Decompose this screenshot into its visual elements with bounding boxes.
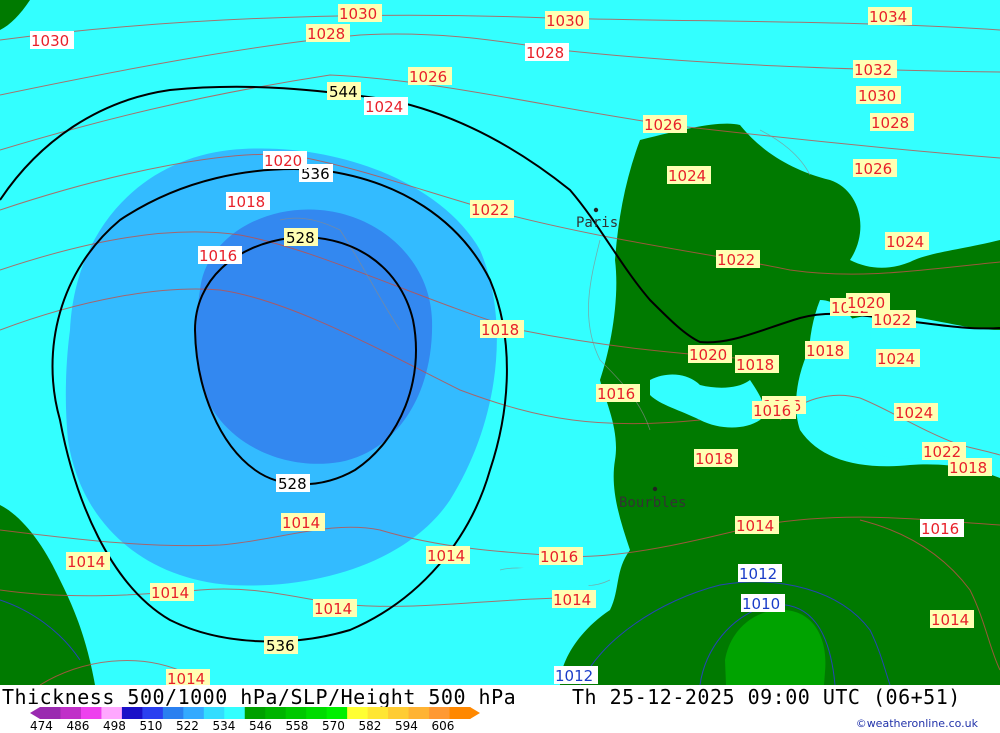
thickness-color-scale [30, 707, 480, 719]
scale-swatch [101, 707, 123, 719]
slp-label: 1020 [264, 152, 302, 170]
scale-arrow-right [470, 707, 480, 719]
slp-label: 1014 [553, 591, 591, 609]
slp-label: 1022 [873, 311, 911, 329]
height-label: 528 [278, 475, 307, 493]
height-label: 536 [266, 637, 295, 655]
slp-label: 1014 [151, 584, 189, 602]
slp-label: 1014 [167, 670, 205, 685]
scale-swatch [244, 707, 266, 719]
slp-label: 1030 [339, 5, 377, 23]
city-label-bourbles: Bourbles [619, 495, 686, 511]
height-label: 528 [286, 229, 315, 247]
slp-label: 1016 [597, 385, 635, 403]
slp-label: 1014 [282, 514, 320, 532]
scale-tick-label: 594 [395, 719, 418, 733]
slp-label: 1016 [753, 402, 791, 420]
scale-tick-label: 546 [249, 719, 272, 733]
scale-tick-label: 606 [431, 719, 455, 733]
scale-tick-label: 534 [212, 719, 236, 733]
valid-time: Th 25-12-2025 09:00 UTC (06+51) [572, 685, 961, 709]
scale-swatch [367, 707, 389, 719]
slp-label: 1034 [869, 8, 907, 26]
slp-label: 1018 [806, 342, 844, 360]
scale-swatch [326, 707, 348, 719]
slp-label: 1032 [854, 61, 892, 79]
scale-tick-label: 582 [358, 719, 382, 733]
slp-label: 1026 [644, 116, 682, 134]
scale-swatch [224, 707, 246, 719]
slp-label: 1024 [668, 167, 706, 185]
scale-tick-label: 570 [322, 719, 345, 733]
slp-label: 1014 [736, 517, 774, 535]
scale-swatch [183, 707, 205, 719]
slp-label: 1016 [921, 520, 959, 538]
slp-label: 1022 [471, 201, 509, 219]
slp-label: 1012 [555, 667, 593, 685]
slp-label: 1024 [886, 233, 924, 251]
slp-label: 1018 [949, 459, 987, 477]
slp-label: 1026 [409, 68, 447, 86]
scale-swatch [408, 707, 430, 719]
scale-swatch [142, 707, 164, 719]
credit: ©weatheronline.co.uk [855, 717, 978, 730]
slp-label: 1024 [365, 98, 403, 116]
slp-label: 1022 [717, 251, 755, 269]
map-footer: Thickness 500/1000 hPa/SLP/Height 500 hP… [0, 685, 1000, 733]
city-label-paris: Paris [576, 215, 618, 231]
slp-label: 1014 [314, 600, 352, 618]
slp-label: 1024 [895, 404, 933, 422]
scale-swatch [203, 707, 225, 719]
slp-label: 1026 [854, 160, 892, 178]
scale-labels: 474 486 498 510 522 534 546 558 570 582 594 606 [30, 719, 510, 733]
scale-swatch [449, 707, 471, 719]
scale-swatch [60, 707, 82, 719]
slp-label: 1010 [742, 595, 780, 613]
scale-swatch [162, 707, 184, 719]
scale-swatch [40, 707, 61, 719]
scale-swatch [347, 707, 369, 719]
slp-label: 1028 [871, 114, 909, 132]
scale-swatch [80, 707, 102, 719]
scale-swatch [306, 707, 328, 719]
slp-label: 1014 [427, 547, 465, 565]
slp-label: 1020 [847, 294, 885, 312]
scale-tick-label: 474 [30, 719, 53, 733]
slp-label: 1014 [931, 611, 969, 629]
scale-swatch [285, 707, 307, 719]
scale-tick-label: 558 [285, 719, 309, 733]
slp-label: 1030 [858, 87, 896, 105]
slp-label: 1028 [307, 25, 345, 43]
slp-label: 1030 [31, 32, 69, 50]
slp-label: 1018 [736, 356, 774, 374]
slp-label: 1016 [199, 247, 237, 265]
scale-tick-label: 498 [103, 719, 126, 733]
weather-map: Paris Bourbles 544 536 528 528 536 1030 … [0, 0, 1000, 685]
slp-label: 1024 [877, 350, 915, 368]
slp-label: 1016 [540, 548, 578, 566]
slp-label: 1018 [227, 193, 265, 211]
slp-label: 1018 [695, 450, 733, 468]
scale-tick-label: 510 [139, 719, 163, 733]
scale-arrow-left [30, 707, 40, 719]
city-marker-paris [593, 207, 599, 213]
slp-label: 1012 [739, 565, 777, 583]
slp-label: 1018 [481, 321, 519, 339]
scale-swatch [429, 707, 451, 719]
scale-tick-label: 522 [176, 719, 199, 733]
scale-tick-label: 486 [66, 719, 90, 733]
scale-swatch [121, 707, 143, 719]
scale-swatch [388, 707, 410, 719]
slp-label: 1030 [546, 12, 584, 30]
scale-swatch [265, 707, 287, 719]
slp-label: 1028 [526, 44, 564, 62]
city-marker-bourbles [652, 486, 658, 492]
height-label: 544 [329, 83, 358, 101]
slp-label: 1020 [689, 346, 727, 364]
map-panel: Paris Bourbles 544 536 528 528 536 1030 … [0, 0, 1000, 685]
